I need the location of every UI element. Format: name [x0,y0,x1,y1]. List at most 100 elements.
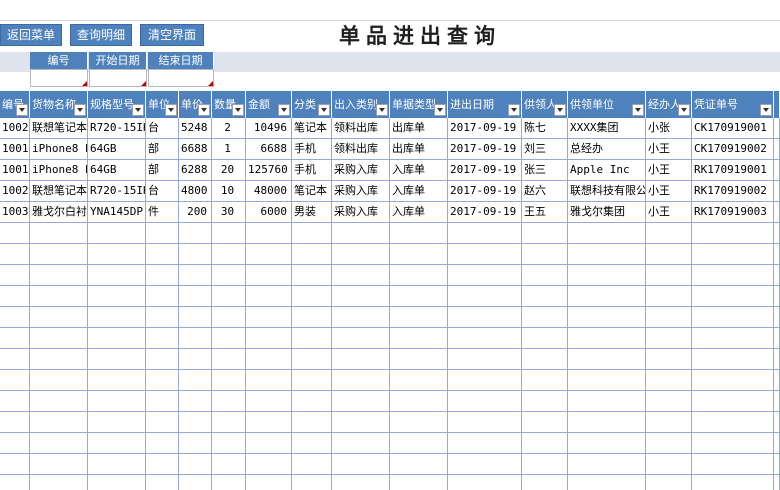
cell-spec[interactable] [88,475,146,490]
cell-category[interactable]: 笔记本 [292,181,332,202]
cell-spec[interactable]: 64GB [88,139,146,160]
cell-category[interactable] [292,433,332,454]
cell-io-type[interactable]: 采购入库 [332,202,390,223]
cell-qty[interactable]: 30 [212,202,246,223]
cell-unit[interactable] [146,244,179,265]
cell-date[interactable]: 2017-09-19 [448,139,522,160]
cell-unit[interactable] [146,454,179,475]
cell-amount[interactable] [246,412,292,433]
cell-date[interactable] [448,307,522,328]
cell-code[interactable] [0,223,30,244]
cell-doc-type[interactable] [390,307,448,328]
cell-spec[interactable]: R720-15IK [88,181,146,202]
cell-handler[interactable]: 小王 [646,202,692,223]
cell-unit[interactable]: 部 [146,160,179,181]
cell-extra[interactable] [774,370,780,391]
cell-supplier-unit[interactable] [568,433,646,454]
cell-handler[interactable] [646,244,692,265]
cell-date[interactable]: 2017-09-19 [448,160,522,181]
cell-supplier-unit[interactable]: XXXX集团 [568,118,646,139]
cell-supplier[interactable] [522,265,568,286]
cell-supplier-unit[interactable]: 联想科技有限公司 [568,181,646,202]
cell-amount[interactable]: 10496 [246,118,292,139]
cell-supplier[interactable] [522,433,568,454]
cell-item-name[interactable] [30,349,88,370]
cell-io-type[interactable] [332,223,390,244]
cell-code[interactable]: 1001 [0,139,30,160]
cell-supplier-unit[interactable] [568,307,646,328]
cell-io-type[interactable] [332,286,390,307]
cell-date[interactable] [448,349,522,370]
filter-dropdown-icon[interactable] [318,104,330,116]
cell-qty[interactable]: 2 [212,118,246,139]
cell-code[interactable] [0,349,30,370]
cell-item-name[interactable] [30,223,88,244]
cell-unit[interactable] [146,286,179,307]
filter-end-date-input[interactable] [148,69,214,87]
cell-unit[interactable]: 件 [146,202,179,223]
cell-spec[interactable] [88,349,146,370]
cell-doc-type[interactable] [390,412,448,433]
cell-category[interactable] [292,454,332,475]
filter-dropdown-icon[interactable] [16,104,28,116]
cell-amount[interactable] [246,307,292,328]
cell-code[interactable] [0,454,30,475]
cell-category[interactable]: 男装 [292,202,332,223]
cell-date[interactable] [448,244,522,265]
cell-code[interactable]: 1002 [0,181,30,202]
cell-doc-type[interactable]: 入库单 [390,160,448,181]
cell-supplier[interactable] [522,349,568,370]
back-to-menu-button[interactable]: 返回菜单 [0,24,62,46]
cell-date[interactable]: 2017-09-19 [448,118,522,139]
cell-io-type[interactable] [332,454,390,475]
cell-io-type[interactable] [332,391,390,412]
cell-price[interactable]: 6688 [179,139,212,160]
cell-item-name[interactable]: iPhone8 P [30,160,88,181]
cell-date[interactable]: 2017-09-19 [448,181,522,202]
cell-spec[interactable]: R720-15IK [88,118,146,139]
cell-code[interactable] [0,412,30,433]
cell-amount[interactable] [246,433,292,454]
cell-category[interactable] [292,286,332,307]
cell-amount[interactable] [246,370,292,391]
cell-item-name[interactable] [30,265,88,286]
cell-amount[interactable] [246,223,292,244]
cell-io-type[interactable] [332,475,390,490]
cell-supplier-unit[interactable] [568,244,646,265]
cell-extra[interactable] [774,223,780,244]
cell-voucher-no[interactable] [692,349,774,370]
cell-spec[interactable] [88,223,146,244]
cell-extra[interactable] [774,454,780,475]
cell-io-type[interactable]: 领料出库 [332,118,390,139]
cell-qty[interactable]: 20 [212,160,246,181]
cell-supplier-unit[interactable] [568,391,646,412]
cell-handler[interactable] [646,265,692,286]
cell-extra[interactable] [774,328,780,349]
cell-code[interactable] [0,433,30,454]
cell-supplier[interactable] [522,307,568,328]
cell-price[interactable]: 200 [179,202,212,223]
cell-handler[interactable] [646,454,692,475]
cell-supplier-unit[interactable] [568,349,646,370]
cell-code[interactable] [0,391,30,412]
cell-category[interactable]: 手机 [292,160,332,181]
cell-amount[interactable] [246,328,292,349]
cell-unit[interactable]: 台 [146,181,179,202]
cell-qty[interactable] [212,391,246,412]
filter-dropdown-icon[interactable] [678,104,690,116]
cell-voucher-no[interactable]: CK170919001 [692,118,774,139]
cell-qty[interactable] [212,244,246,265]
cell-price[interactable] [179,391,212,412]
cell-spec[interactable] [88,391,146,412]
cell-supplier[interactable]: 王五 [522,202,568,223]
cell-supplier-unit[interactable]: 总经办 [568,139,646,160]
cell-price[interactable] [179,433,212,454]
cell-amount[interactable] [246,454,292,475]
cell-extra[interactable] [774,433,780,454]
cell-io-type[interactable] [332,349,390,370]
cell-handler[interactable] [646,412,692,433]
cell-io-type[interactable] [332,370,390,391]
cell-supplier-unit[interactable] [568,475,646,490]
cell-extra[interactable] [774,160,780,181]
cell-date[interactable] [448,223,522,244]
